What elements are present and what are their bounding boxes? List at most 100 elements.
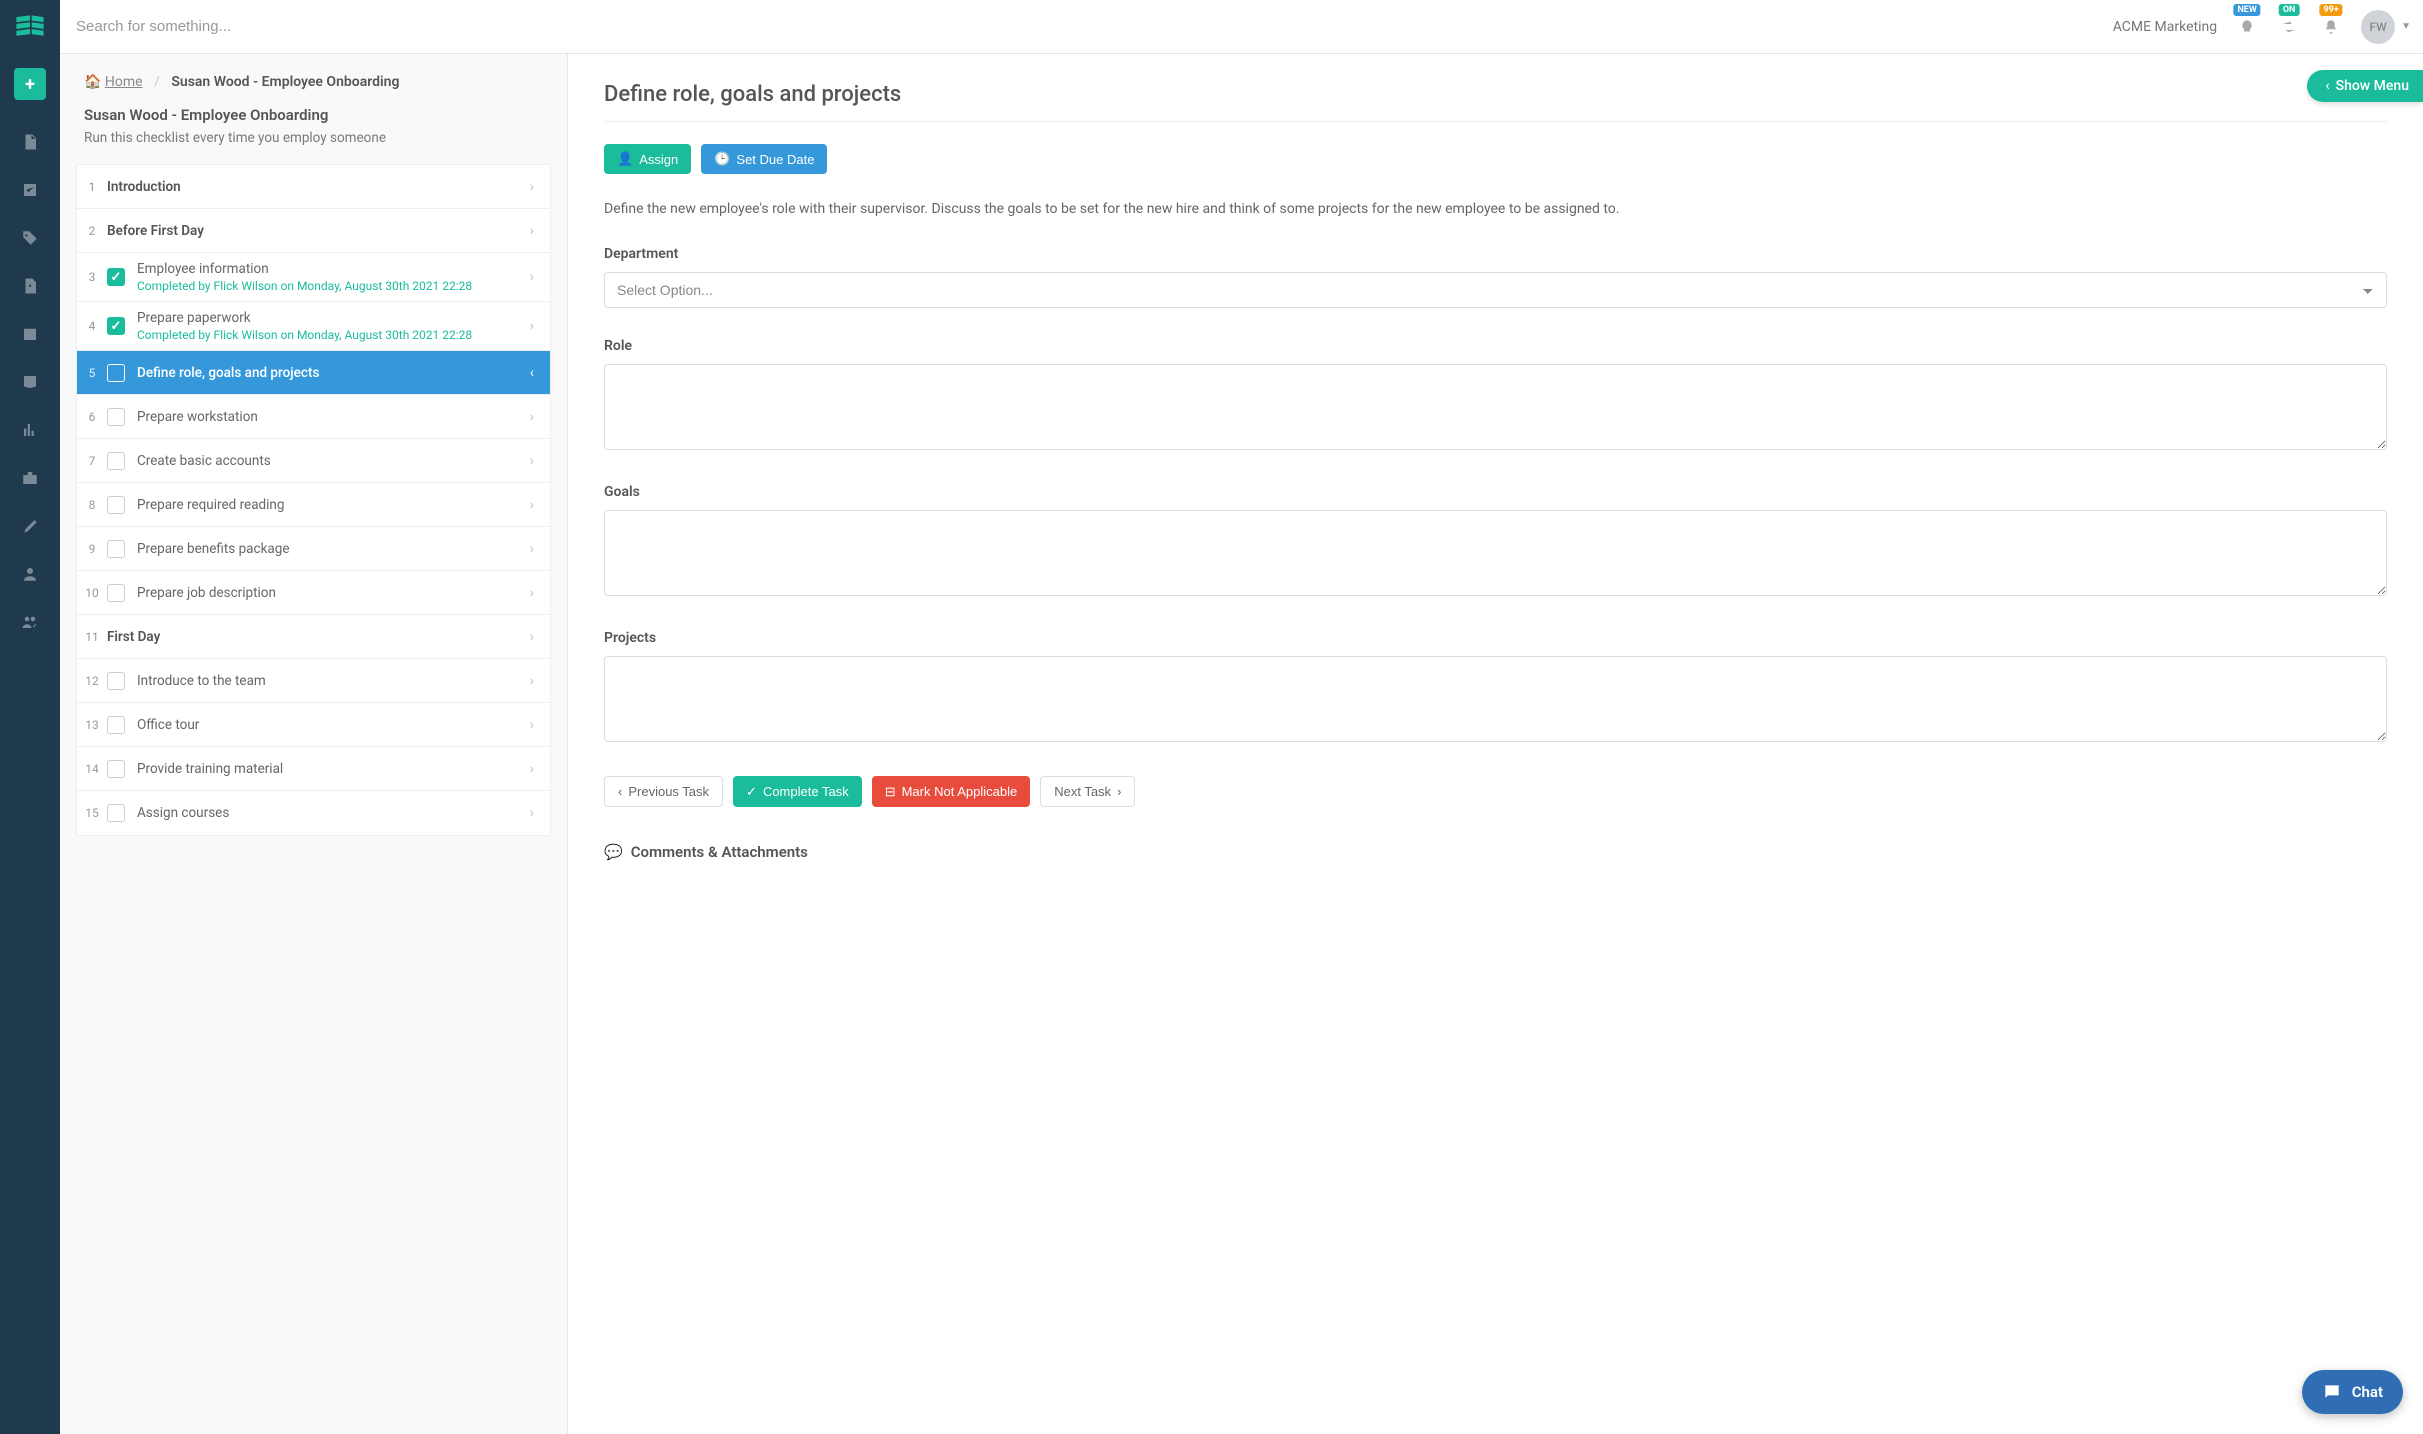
next-label: Next Task <box>1054 784 1111 799</box>
task-row[interactable]: 12Introduce to the team› <box>77 659 550 703</box>
chevron-right-icon: › <box>524 497 540 513</box>
chevron-right-icon: › <box>1117 784 1121 799</box>
chevron-right-icon: › <box>524 673 540 689</box>
task-body: Prepare paperworkCompleted by Flick Wils… <box>137 310 524 342</box>
detail-panel: Define role, goals and projects 👤 Assign… <box>568 54 2423 1434</box>
task-row[interactable]: 15Assign courses› <box>77 791 550 835</box>
task-row[interactable]: 6Prepare workstation› <box>77 395 550 439</box>
left-sidebar: + <box>0 0 60 1434</box>
task-title: Assign courses <box>137 805 524 821</box>
task-checkbox[interactable] <box>107 716 125 734</box>
task-title: Introduction <box>107 179 524 195</box>
task-body: Introduce to the team <box>137 673 524 689</box>
set-due-date-button[interactable]: 🕒 Set Due Date <box>701 144 827 174</box>
show-menu-button[interactable]: ‹ Show Menu <box>2307 70 2423 102</box>
next-task-button[interactable]: Next Task › <box>1040 776 1135 807</box>
chat-label: Chat <box>2352 1383 2383 1401</box>
breadcrumb-home[interactable]: Home <box>105 74 143 90</box>
task-body: Employee informationCompleted by Flick W… <box>137 261 524 293</box>
task-checkbox[interactable] <box>107 540 125 558</box>
chat-button[interactable]: Chat <box>2302 1370 2403 1414</box>
task-checkbox[interactable] <box>107 268 125 286</box>
projects-label: Projects <box>604 630 2387 646</box>
nav-toolbox-icon[interactable] <box>8 456 52 500</box>
task-title: Prepare job description <box>137 585 524 601</box>
task-body: Prepare job description <box>137 585 524 601</box>
task-row[interactable]: 13Office tour› <box>77 703 550 747</box>
chat-icon <box>2322 1382 2342 1402</box>
previous-task-button[interactable]: ‹ Previous Task <box>604 776 723 807</box>
chevron-right-icon: › <box>524 541 540 557</box>
add-button[interactable]: + <box>14 68 46 100</box>
notif-count-badge: 99+ <box>2319 4 2342 16</box>
task-checkbox[interactable] <box>107 317 125 335</box>
chevron-right-icon: › <box>524 223 540 239</box>
projects-textarea[interactable] <box>604 656 2387 742</box>
nav-team-icon[interactable] <box>8 600 52 644</box>
task-number: 3 <box>77 270 107 284</box>
nav-documents-icon[interactable] <box>8 120 52 164</box>
task-number: 1 <box>77 180 107 194</box>
user-menu[interactable]: FW ▼ <box>2361 10 2411 44</box>
chevron-right-icon: › <box>524 453 540 469</box>
chevron-right-icon: › <box>524 409 540 425</box>
task-checkbox[interactable] <box>107 364 125 382</box>
task-checkbox[interactable] <box>107 760 125 778</box>
task-checkbox[interactable] <box>107 496 125 514</box>
task-row[interactable]: 4Prepare paperworkCompleted by Flick Wil… <box>77 302 550 351</box>
task-row[interactable]: 9Prepare benefits package› <box>77 527 550 571</box>
task-row[interactable]: 8 Prepare required reading› <box>77 483 550 527</box>
new-badge: NEW <box>2233 4 2260 16</box>
task-section[interactable]: 11First Day› <box>77 615 550 659</box>
nav-user-icon[interactable] <box>8 552 52 596</box>
nav-settings-icon[interactable] <box>8 504 52 548</box>
nav-tags-icon[interactable] <box>8 216 52 260</box>
nav-reports-icon[interactable] <box>8 408 52 452</box>
task-row[interactable]: 7Create basic accounts› <box>77 439 550 483</box>
department-select[interactable]: Select Option... <box>604 272 2387 308</box>
task-checkbox[interactable] <box>107 672 125 690</box>
app-logo[interactable] <box>7 6 53 52</box>
task-section[interactable]: 2Before First Day› <box>77 209 550 253</box>
na-label: Mark Not Applicable <box>902 784 1018 799</box>
nav-library-icon[interactable] <box>8 360 52 404</box>
task-number: 8 <box>77 498 107 512</box>
breadcrumb-separator: / <box>154 74 160 90</box>
due-label: Set Due Date <box>736 152 814 167</box>
hints-button[interactable]: NEW <box>2235 18 2259 36</box>
task-checkbox[interactable] <box>107 452 125 470</box>
task-title: Prepare benefits package <box>137 541 524 557</box>
task-row[interactable]: 14Provide training material› <box>77 747 550 791</box>
task-body: Before First Day <box>107 223 524 239</box>
task-checkbox[interactable] <box>107 584 125 602</box>
complete-task-button[interactable]: ✓ Complete Task <box>733 776 862 807</box>
nav-calendar-icon[interactable] <box>8 312 52 356</box>
assign-label: Assign <box>639 152 678 167</box>
assign-button[interactable]: 👤 Assign <box>604 144 691 174</box>
task-row[interactable]: 5Define role, goals and projects‹ <box>77 351 550 395</box>
search-input[interactable] <box>72 10 2113 43</box>
task-body: Prepare benefits package <box>137 541 524 557</box>
nav-tasks-icon[interactable] <box>8 168 52 212</box>
chevron-right-icon: › <box>524 179 540 195</box>
mark-na-button[interactable]: ⊟ Mark Not Applicable <box>872 776 1031 807</box>
task-section[interactable]: 1Introduction› <box>77 165 550 209</box>
role-textarea[interactable] <box>604 364 2387 450</box>
task-number: 15 <box>77 806 107 820</box>
goals-textarea[interactable] <box>604 510 2387 596</box>
nav-templates-icon[interactable] <box>8 264 52 308</box>
check-icon: ✓ <box>746 784 757 800</box>
goals-label: Goals <box>604 484 2387 500</box>
task-checkbox[interactable] <box>107 408 125 426</box>
task-row[interactable]: 10Prepare job description› <box>77 571 550 615</box>
task-checkbox[interactable] <box>107 804 125 822</box>
org-name[interactable]: ACME Marketing <box>2113 19 2217 35</box>
comments-header: 💬 Comments & Attachments <box>604 843 2387 861</box>
task-body: Create basic accounts <box>137 453 524 469</box>
switch-button[interactable]: ON <box>2277 18 2301 36</box>
prev-label: Previous Task <box>628 784 709 799</box>
task-meta: Completed by Flick Wilson on Monday, Aug… <box>137 328 524 342</box>
task-row[interactable]: 3 Employee informationCompleted by Flick … <box>77 253 550 302</box>
task-title: Prepare required reading <box>137 497 524 513</box>
notifications-button[interactable]: 99+ <box>2319 18 2343 36</box>
